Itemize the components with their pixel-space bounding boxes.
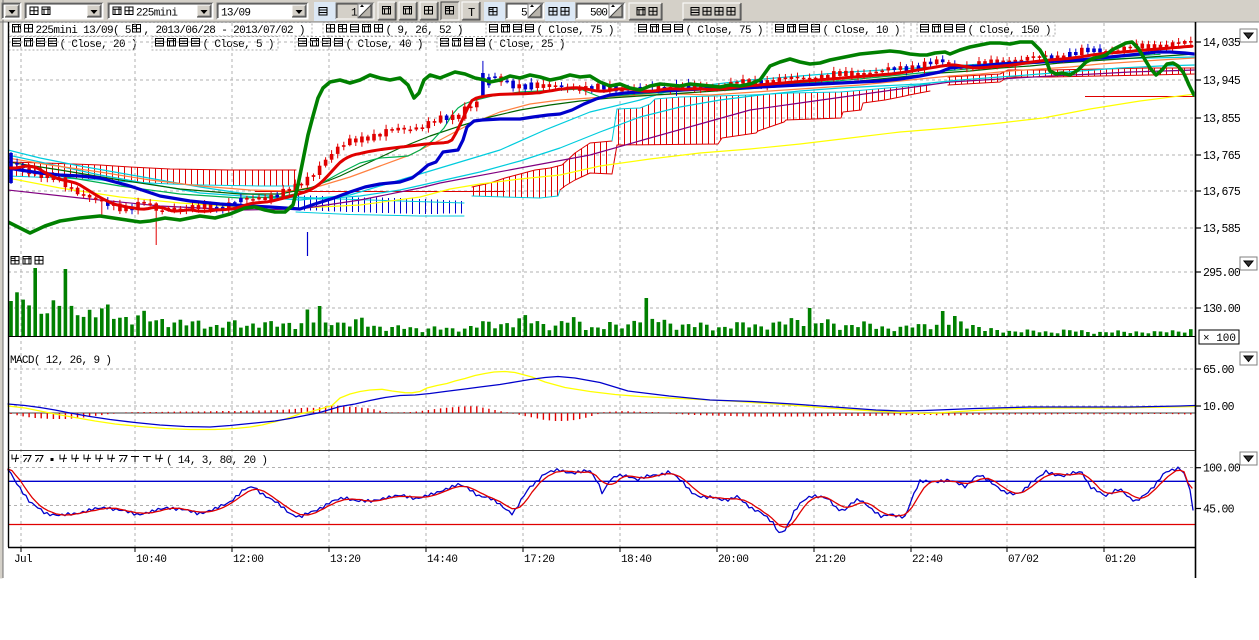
svg-text:13:20: 13:20: [330, 554, 361, 566]
svg-text:12:00: 12:00: [233, 554, 264, 566]
svg-text:( Close, 40 ): ( Close, 40 ): [346, 39, 424, 51]
svg-text:14,035: 14,035: [1203, 37, 1241, 50]
svg-text:13,585: 13,585: [1203, 223, 1241, 236]
svg-text:, 2013/06/28 - 2013/07/02 ): , 2013/06/28 - 2013/07/02 ): [144, 25, 306, 37]
svg-text:45.00: 45.00: [1203, 504, 1235, 517]
svg-text:Jul: Jul: [14, 554, 33, 566]
svg-text:( Close, 20 ): ( Close, 20 ): [60, 39, 138, 51]
svg-text:( Close, 5 ): ( Close, 5 ): [203, 39, 275, 51]
svg-text:13/09: 13/09: [221, 8, 251, 20]
svg-text:( Close, 25 ): ( Close, 25 ): [488, 39, 566, 51]
svg-text:295.00: 295.00: [1203, 267, 1241, 280]
svg-text:( Close, 10 ): ( Close, 10 ): [823, 25, 901, 37]
svg-text:1: 1: [351, 8, 358, 20]
svg-text:× 100: × 100: [1203, 333, 1236, 345]
svg-text:13,675: 13,675: [1203, 186, 1241, 199]
svg-text:13,855: 13,855: [1203, 113, 1241, 126]
svg-text:225mini: 225mini: [136, 8, 178, 20]
svg-text:22:40: 22:40: [912, 554, 943, 566]
svg-text:( Close, 150 ): ( Close, 150 ): [968, 25, 1052, 37]
svg-text:14:40: 14:40: [427, 554, 458, 566]
svg-text:13,765: 13,765: [1203, 150, 1241, 163]
svg-text:17:20: 17:20: [524, 554, 555, 566]
svg-text:18:40: 18:40: [621, 554, 652, 566]
svg-text:130.00: 130.00: [1203, 303, 1241, 316]
svg-text:225mini 13/09( 5: 225mini 13/09( 5: [36, 25, 132, 37]
svg-text:100.00: 100.00: [1203, 463, 1241, 476]
svg-text:500: 500: [590, 8, 608, 20]
svg-text:65.00: 65.00: [1203, 364, 1235, 377]
svg-text:( Close, 75 ): ( Close, 75 ): [537, 25, 615, 37]
svg-text:5: 5: [521, 8, 528, 20]
svg-text:20:00: 20:00: [718, 554, 749, 566]
svg-text:07/02: 07/02: [1008, 554, 1039, 566]
svg-text:T: T: [468, 6, 475, 20]
svg-text:10:40: 10:40: [136, 554, 167, 566]
svg-text:( 14, 3, 80, 20 ): ( 14, 3, 80, 20 ): [166, 455, 268, 467]
svg-text:( Close, 75 ): ( Close, 75 ): [686, 25, 764, 37]
svg-text:10.00: 10.00: [1203, 401, 1235, 414]
svg-text:( 9, 26, 52 ): ( 9, 26, 52 ): [386, 25, 464, 37]
svg-text:01:20: 01:20: [1105, 554, 1136, 566]
svg-text:MACD( 12, 26, 9 ): MACD( 12, 26, 9 ): [10, 355, 112, 367]
svg-text:13,945: 13,945: [1203, 75, 1241, 88]
svg-text:21:20: 21:20: [815, 554, 846, 566]
